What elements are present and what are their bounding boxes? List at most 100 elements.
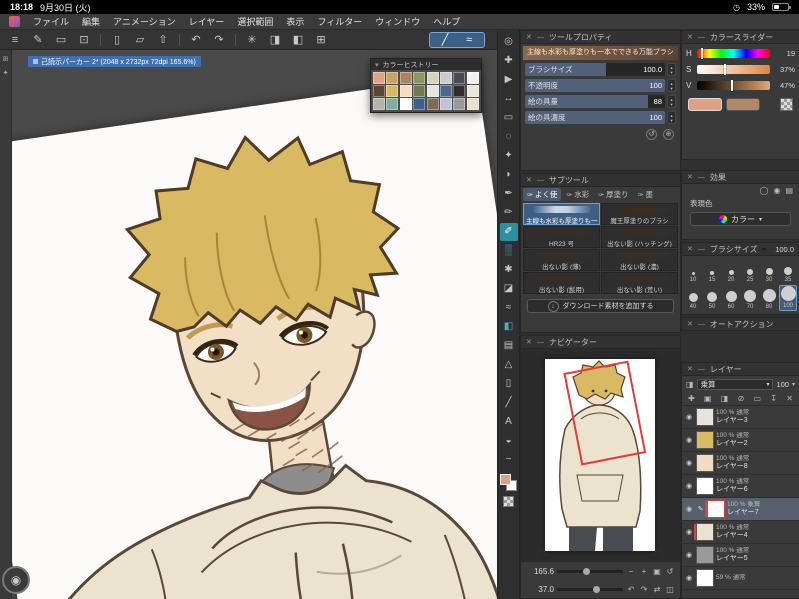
mask-icon[interactable]: ▭	[754, 394, 762, 403]
history-swatch[interactable]	[439, 98, 452, 110]
history-swatch[interactable]	[439, 85, 452, 97]
layer-move-tool-icon[interactable]: ↔	[500, 90, 518, 108]
spinner-icon[interactable]: ▴ ▾	[667, 79, 676, 92]
panel-close-icon[interactable]: ✕	[526, 33, 532, 41]
popup-handle-icon[interactable]: ▾	[375, 61, 379, 69]
history-swatch[interactable]	[373, 72, 385, 84]
paint-amount-slider[interactable]: 絵の具量 88 ▴ ▾	[525, 95, 676, 108]
panel-collapse-icon[interactable]: ―	[698, 321, 705, 328]
panel-close-icon[interactable]: ✕	[687, 173, 693, 181]
pencil-tool-icon[interactable]: ✏	[500, 204, 518, 222]
brush-size-option[interactable]: 30	[760, 258, 778, 284]
history-swatch[interactable]	[386, 85, 399, 97]
lasso-tool-icon[interactable]: ◌	[500, 128, 518, 146]
panel-collapse-icon[interactable]: ―	[698, 366, 705, 373]
history-swatch[interactable]	[426, 85, 439, 97]
canvas-document[interactable]	[12, 73, 497, 599]
panel-close-icon[interactable]: ✕	[526, 176, 532, 184]
zoom-slider[interactable]	[557, 567, 623, 575]
panel-close-icon[interactable]: ✕	[687, 365, 693, 373]
zoom-tool-icon[interactable]: ◎	[500, 33, 518, 51]
panel-collapse-icon[interactable]: ―	[698, 246, 705, 253]
layer-row[interactable]: ◉ 100 % 通常 レイヤー6	[682, 475, 799, 498]
menu-filter[interactable]: フィルター	[317, 15, 362, 28]
brush-size-option[interactable]: 10	[684, 258, 702, 284]
effect-mode-icon[interactable]: ◯	[760, 186, 769, 195]
line-correct-tool-icon[interactable]: ~	[500, 451, 518, 469]
export-icon[interactable]: ⇧	[156, 31, 170, 49]
history-swatch[interactable]	[466, 72, 479, 84]
layer-row[interactable]: ◉ 100 % 通常 レイヤー2	[682, 429, 799, 452]
tool-settings-icon[interactable]: ⊕	[663, 129, 674, 140]
expression-color-dropdown[interactable]: カラー ▾	[690, 212, 791, 226]
brush-size-option[interactable]: 35	[779, 258, 797, 284]
menu-help[interactable]: ヘルプ	[433, 15, 460, 28]
spinner-icon[interactable]: ▴ ▾	[667, 111, 676, 124]
history-swatch[interactable]	[386, 98, 399, 110]
eyedropper-tool-icon[interactable]: ◗	[500, 166, 518, 184]
register-icon[interactable]: ✎	[31, 31, 45, 49]
saturation-slider[interactable]: S 37%	[686, 63, 795, 76]
main-color-chip[interactable]	[499, 474, 511, 485]
brush-size-option[interactable]: 70	[741, 285, 759, 311]
rotate-left-icon[interactable]: ↶	[626, 585, 636, 594]
color-indicator[interactable]	[499, 474, 518, 492]
layer-visible-icon[interactable]: ◉	[684, 505, 694, 513]
subtool-item[interactable]: 出ない影 (髭用)	[523, 272, 600, 294]
layer-row[interactable]: ◉ 100 % 通常 レイヤー8	[682, 452, 799, 475]
blend-tool-icon[interactable]: ≈	[500, 299, 518, 317]
reset-tool-icon[interactable]: ↺	[646, 129, 657, 140]
panel-collapse-icon[interactable]: ―	[698, 34, 705, 41]
menu-layer[interactable]: レイヤー	[189, 15, 225, 28]
history-swatch[interactable]	[426, 98, 439, 110]
panel-collapse-icon[interactable]: ―	[537, 339, 544, 346]
history-swatch[interactable]	[466, 98, 479, 110]
layer-visible-icon[interactable]: ◉	[684, 413, 694, 421]
open-file-icon[interactable]: ▱	[133, 31, 147, 49]
panel-close-icon[interactable]: ✕	[526, 338, 532, 346]
panel-close-icon[interactable]: ✕	[687, 245, 693, 253]
line-tool-icon[interactable]: ╱	[438, 31, 452, 49]
effect-list-icon[interactable]: ▤	[785, 186, 793, 195]
auto-select-tool-icon[interactable]: ✦	[500, 147, 518, 165]
history-swatch[interactable]	[399, 72, 412, 84]
subtool-item[interactable]: 出ない影 (濃)	[601, 249, 678, 271]
grid-icon[interactable]: ⊞	[314, 31, 328, 49]
history-swatch[interactable]	[453, 98, 466, 110]
rotate-slider[interactable]	[557, 585, 623, 593]
rotate-right-icon[interactable]: ↷	[639, 585, 649, 594]
history-swatch[interactable]	[466, 85, 479, 97]
subtool-item[interactable]: HR23 号	[523, 226, 600, 248]
menu-edit[interactable]: 編集	[82, 15, 100, 28]
operation-tool-icon[interactable]: ▶	[500, 71, 518, 89]
layer-visible-icon[interactable]: ◉	[684, 459, 694, 467]
panel-collapse-icon[interactable]: ―	[537, 177, 544, 184]
panel-collapse-icon[interactable]: ―	[698, 174, 705, 181]
new-layer-icon[interactable]: ✚	[688, 394, 695, 403]
hue-slider[interactable]: H 19	[686, 47, 795, 60]
brush-size-option[interactable]: 25	[741, 258, 759, 284]
main-color-swatch[interactable]	[688, 98, 722, 111]
main-menu-icon[interactable]: ≡	[8, 31, 22, 49]
subtool-item[interactable]: 出ない影 (ハッチング)	[601, 226, 678, 248]
app-icon[interactable]	[9, 16, 20, 27]
select-mode-icon[interactable]: ▭	[54, 31, 68, 49]
layer-visible-icon[interactable]: ◉	[684, 551, 694, 559]
panel-close-icon[interactable]: ✕	[687, 33, 693, 41]
layer-visible-icon[interactable]: ◉	[684, 482, 694, 490]
curve-tool-icon[interactable]: ≈	[462, 31, 476, 49]
history-swatch[interactable]	[453, 72, 466, 84]
eraser-tool-icon[interactable]: ◪	[500, 280, 518, 298]
panel-close-icon[interactable]: ✕	[687, 320, 693, 328]
subtool-item[interactable]: 魔王厚塗りのブラシ	[601, 203, 678, 225]
flip-horizontal-icon[interactable]: ⇄	[652, 585, 662, 594]
new-folder-icon[interactable]: ▣	[704, 394, 712, 403]
layer-row[interactable]: ◉ 100 % 通常 レイヤー4	[682, 521, 799, 544]
zoom-in-icon[interactable]: +	[639, 567, 649, 576]
fill-tool-icon[interactable]: ◧	[500, 318, 518, 336]
sub-color-swatch[interactable]	[726, 98, 760, 111]
rotate-reset-icon[interactable]: ◫	[665, 585, 675, 594]
menu-selection[interactable]: 選択範囲	[237, 15, 273, 28]
download-materials-button[interactable]: ↓ ダウンロード素材を追加する	[527, 299, 674, 313]
fit-screen-icon[interactable]: ▣	[652, 567, 662, 576]
